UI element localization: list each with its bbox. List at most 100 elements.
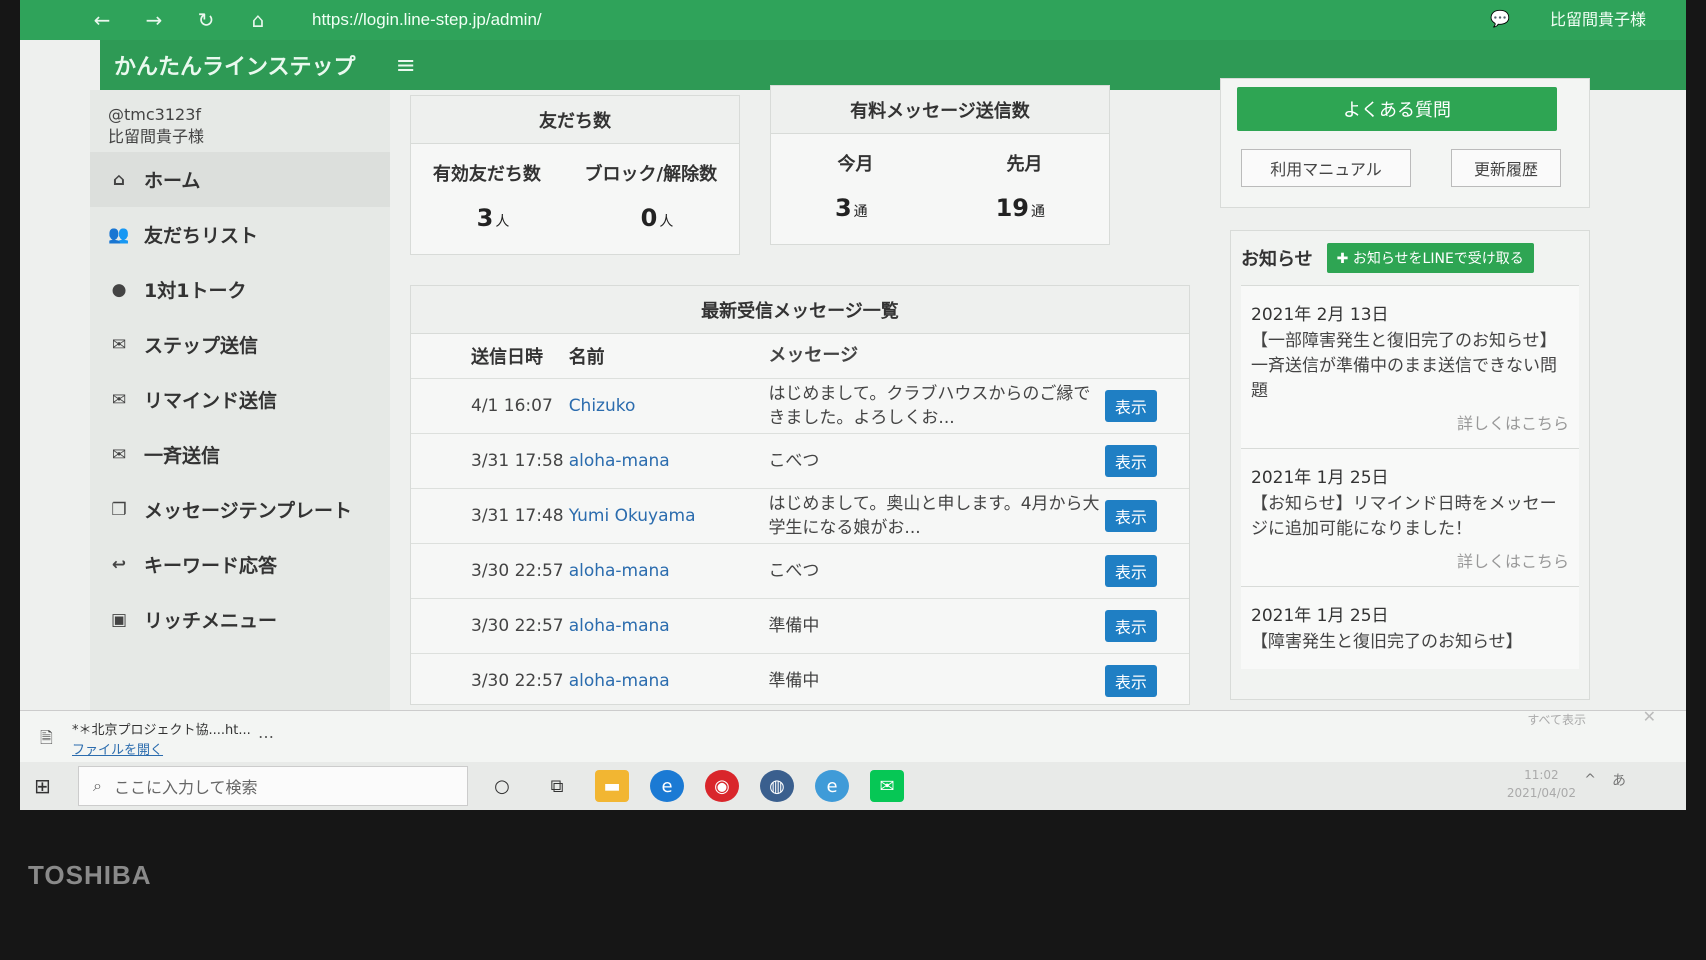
image-icon: ▣ [110, 609, 128, 630]
globe-app-icon[interactable]: ◍ [760, 770, 794, 802]
sidebar-item-broadcast[interactable]: ✉ 一斉送信 [90, 427, 390, 482]
news-more-link[interactable]: 詳しくはこちら [1251, 548, 1569, 572]
app-title[interactable]: かんたんラインステップ [114, 49, 356, 81]
hamburger-menu-icon[interactable]: ≡ [396, 51, 416, 79]
table-row: 3/30 22:57 aloha-mana 準備中 表示 [411, 597, 1189, 653]
news-item: 2021年 1月 25日 【お知らせ】リマインド日時をメッセージに追加可能になり… [1241, 448, 1579, 586]
show-button[interactable]: 表示 [1104, 609, 1157, 642]
main-content: 友だち数 有効友だち数 ブロック/解除数 3人 0人 有料メッセージ送信数 今月… [410, 85, 1210, 708]
paid-card-title: 有料メッセージ送信数 [771, 86, 1109, 134]
messages-table: 送信日時 名前 メッセージ 4/1 16:07 Chizuko はじめまして。ク… [411, 334, 1189, 708]
row-date: 3/31 17:58 [411, 432, 569, 488]
news-date: 2021年 2月 13日 [1251, 305, 1389, 325]
forward-icon[interactable]: → [142, 8, 166, 32]
header-message: メッセージ [768, 344, 859, 366]
chat-bubble-icon[interactable]: 💬 [1490, 9, 1510, 28]
show-button[interactable]: 表示 [1104, 444, 1157, 477]
news-card: お知らせ ✚ お知らせをLINEで受け取る 2021年 2月 13日 【一部障害… [1230, 230, 1590, 700]
sidebar-item-richmenu[interactable]: ▣ リッチメニュー [90, 592, 390, 647]
table-row: 3/30 22:57 aloha-mana こべつ 表示 [411, 542, 1189, 598]
friends-card-title: 友だち数 [411, 96, 739, 144]
last-month-value: 19 [995, 194, 1030, 222]
update-history-button[interactable]: 更新履歴 [1451, 149, 1561, 187]
show-button[interactable]: 表示 [1104, 389, 1157, 422]
row-message: 準備中 [768, 597, 1105, 653]
internet-explorer-icon[interactable]: e [815, 770, 849, 802]
row-name[interactable]: Yumi Okuyama [568, 487, 769, 543]
close-icon[interactable]: ✕ [1643, 707, 1656, 726]
row-name[interactable]: aloha-mana [568, 597, 769, 653]
sidebar-item-home[interactable]: ⌂ ホーム [90, 152, 390, 207]
search-placeholder: ここに入力して検索 [113, 778, 258, 797]
news-text: 【障害発生と復旧完了のお知らせ】 [1251, 632, 1523, 652]
taskbar: ⊞ ⌕ ここに入力して検索 ○ ⧉ ▬ e ◉ ◍ e ✉ 11:02 2021… [20, 762, 1686, 810]
row-date: 3/30 22:57 [411, 597, 569, 653]
sidebar-item-talk[interactable]: ● 1対1トーク [90, 262, 390, 317]
row-name[interactable]: aloha-mana [568, 542, 769, 598]
account-id: @tmc3123f [108, 105, 202, 124]
row-name[interactable]: aloha-mana [568, 432, 769, 488]
screen: ← → ↻ ⌂ https://login.line-step.jp/admin… [20, 0, 1686, 810]
sidebar-item-keyword[interactable]: ↩ キーワード応答 [90, 537, 390, 592]
system-clock[interactable]: 11:02 2021/04/02 [1507, 766, 1576, 802]
row-name[interactable]: aloha-mana [568, 652, 769, 708]
ime-indicator[interactable]: あ [1612, 770, 1626, 790]
header-name: 名前 [568, 346, 605, 368]
edge-icon[interactable]: e [650, 770, 684, 802]
windows-start-icon[interactable]: ⊞ [34, 774, 51, 798]
show-button[interactable]: 表示 [1104, 664, 1157, 697]
news-title: お知らせ [1241, 249, 1313, 270]
cortana-icon[interactable]: ○ [485, 770, 519, 802]
taskbar-search[interactable]: ⌕ ここに入力して検索 [78, 766, 468, 806]
news-more-link[interactable]: 詳しくはこちら [1251, 410, 1569, 434]
row-message: こべつ [768, 432, 1105, 488]
table-row: 3/31 17:48 Yumi Okuyama はじめまして。奥山と申します。4… [411, 487, 1189, 543]
news-date: 2021年 1月 25日 [1251, 606, 1389, 626]
clock-time: 11:02 [1524, 768, 1559, 782]
copy-icon: ❐ [111, 499, 127, 520]
show-button[interactable]: 表示 [1104, 554, 1157, 587]
search-icon: ⌕ [93, 776, 102, 795]
active-friends-label: 有効友だち数 [432, 164, 541, 185]
task-view-icon[interactable]: ⧉ [540, 770, 574, 802]
table-row: 4/1 16:07 Chizuko はじめまして。クラブハウスからのご縁できまし… [411, 377, 1189, 433]
account-name: 比留間貴子様 [108, 127, 205, 146]
address-bar[interactable]: https://login.line-step.jp/admin/ [312, 10, 542, 30]
back-icon[interactable]: ← [90, 8, 114, 32]
line-app-icon[interactable]: ✉ [870, 770, 904, 802]
sidebar-item-label: リマインド送信 [144, 390, 278, 412]
more-icon[interactable]: … [258, 723, 274, 742]
open-file-link[interactable]: ファイルを開く [72, 739, 163, 758]
news-text: 【お知らせ】リマインド日時をメッセージに追加可能になりました！ [1251, 494, 1557, 539]
sidebar-item-remind[interactable]: ✉ リマインド送信 [90, 372, 390, 427]
manual-button[interactable]: 利用マニュアル [1241, 149, 1411, 187]
file-explorer-icon[interactable]: ▬ [595, 770, 629, 802]
system-tray: ^ あ [1584, 770, 1626, 790]
home-icon[interactable]: ⌂ [246, 8, 270, 32]
sidebar-item-label: 友だちリスト [144, 225, 259, 247]
reload-icon[interactable]: ↻ [194, 8, 218, 32]
chevron-up-icon[interactable]: ^ [1584, 772, 1596, 788]
row-name[interactable]: Chizuko [568, 377, 769, 433]
plus-icon: ✚ [1336, 251, 1349, 267]
blocked-value: 0 [640, 204, 658, 232]
faq-button[interactable]: よくある質問 [1237, 87, 1557, 131]
show-button[interactable]: 表示 [1104, 499, 1157, 532]
sidebar-item-label: メッセージテンプレート [144, 500, 353, 522]
account-info: @tmc3123f 比留間貴子様 [90, 90, 390, 152]
security-app-icon[interactable]: ◉ [705, 770, 739, 802]
sidebar-item-step[interactable]: ✉ ステップ送信 [90, 317, 390, 372]
sidebar-item-label: ホーム [144, 170, 201, 192]
active-friends-value: 3 [476, 204, 494, 232]
sidebar-item-template[interactable]: ❐ メッセージテンプレート [90, 482, 390, 537]
browser-user-name[interactable]: 比留間貴子様 [1550, 6, 1646, 30]
help-card: よくある質問 利用マニュアル 更新履歴 [1220, 78, 1590, 208]
news-line-button[interactable]: ✚ お知らせをLINEで受け取る [1326, 243, 1534, 273]
show-all-downloads[interactable]: すべて表示 [1527, 711, 1586, 728]
reply-icon: ↩ [111, 554, 127, 575]
download-filename[interactable]: *＊北京プロジェクト協....ht... [72, 719, 251, 738]
blocked-label: ブロック/解除数 [584, 164, 718, 185]
sidebar-item-friends[interactable]: 👥 友だちリスト [90, 207, 390, 262]
row-message: はじめまして。クラブハウスからのご縁できました。よろしくお... [768, 377, 1105, 433]
unit-messages: 通 [1031, 204, 1046, 220]
